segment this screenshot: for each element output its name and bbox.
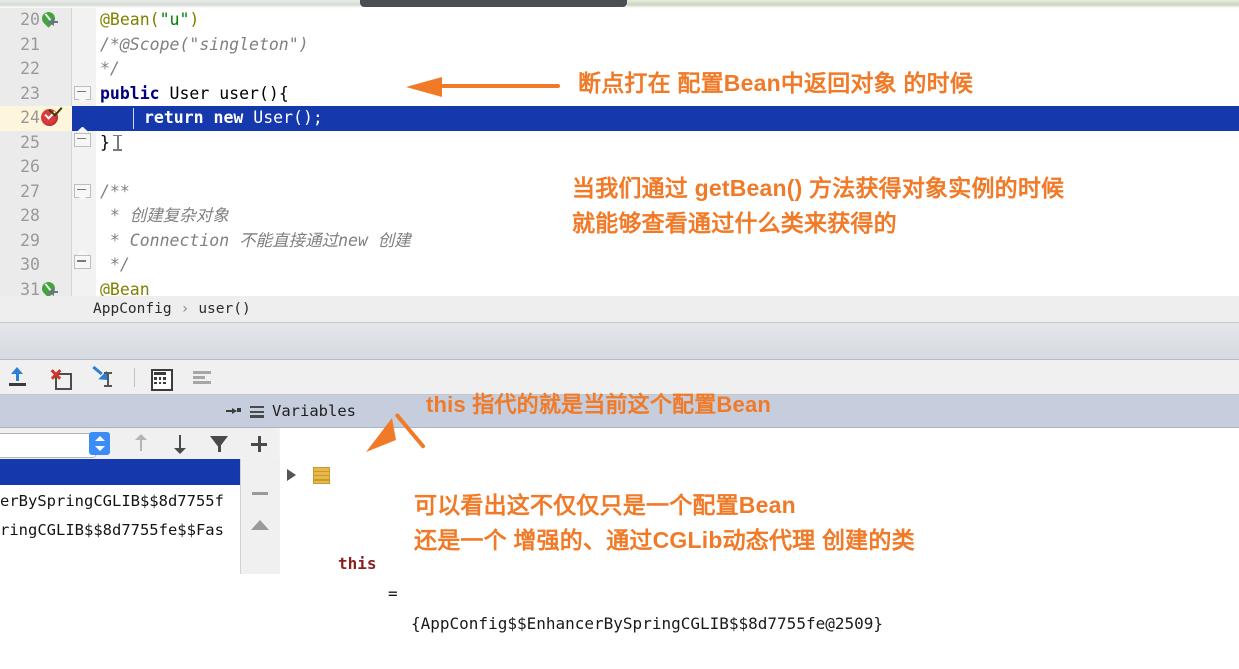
evaluate-expression-icon[interactable]: [148, 366, 173, 391]
variables-title: Variables: [272, 402, 356, 420]
frames-filter-icon[interactable]: [208, 433, 230, 455]
code-text: }: [100, 132, 110, 152]
code-text: /**: [100, 181, 130, 201]
line-number: 29: [20, 230, 40, 250]
frame-row[interactable]: ringCGLIB$$8d7755fe$$Fas: [0, 517, 240, 543]
code-line[interactable]: 20 @Bean("u"): [0, 8, 1239, 33]
variable-row-this[interactable]: this = {AppConfig$$EnhancerBySpringCGLIB…: [280, 459, 1239, 633]
line-number: 24: [20, 108, 40, 127]
window-scroll-pill[interactable]: [360, 0, 627, 7]
annotation-breakpoint-note: 断点打在 配置Bean中返回对象 的时候: [578, 70, 974, 96]
code-fold-toggle[interactable]: [74, 126, 91, 151]
add-watch-button[interactable]: [248, 433, 270, 455]
code-text: * Connection 不能直接通过new 创建: [100, 230, 411, 250]
code-editor[interactable]: 20 @Bean("u") 21/*@Scope("singleton") 22 */2…: [0, 8, 1239, 299]
text-cursor-icon: [113, 134, 122, 151]
annotation-conclusion-line2: 还是一个 增强的、通过CGLib动态代理 创建的类: [414, 527, 915, 553]
code-text: */: [100, 59, 120, 78]
frames-thread-stepper[interactable]: [89, 432, 110, 455]
variables-list-icon: [250, 406, 264, 418]
code-fold-toggle[interactable]: [74, 249, 91, 273]
annotation-arrow-this-arrowhead: [366, 418, 396, 452]
code-line[interactable]: 21 /*@Scope("singleton"): [0, 33, 1239, 58]
variable-name: this: [338, 554, 377, 573]
breadcrumb[interactable]: AppConfig › user(): [0, 296, 1239, 323]
line-number: 26: [20, 157, 40, 176]
code-text: return new User();: [144, 108, 323, 127]
code-text: @Bean("u"): [100, 10, 200, 29]
frame-row[interactable]: erBySpringCGLIB$$8d7755f: [0, 488, 240, 514]
variable-equals: =: [388, 584, 398, 603]
restore-layout-icon[interactable]: [226, 406, 242, 416]
code-text: */: [100, 255, 130, 274]
line-number: 27: [20, 181, 40, 201]
annotation-conclusion-line1: 可以看出这不仅仅只是一个配置Bean: [414, 492, 796, 518]
code-fold-toggle[interactable]: [74, 85, 91, 104]
spring-bean-gutter-icon[interactable]: [39, 9, 58, 28]
variable-value: {AppConfig$$EnhancerBySpringCGLIB$$8d775…: [411, 614, 884, 633]
line-number: 20: [20, 10, 40, 29]
drop-frame-icon[interactable]: [48, 366, 72, 390]
annotation-getbean-note-line1: 当我们通过 getBean() 方法获得对象实例的时候: [572, 175, 1065, 201]
object-value-icon: [313, 467, 330, 485]
top-strip-right: [627, 0, 1239, 8]
line-number: 23: [20, 83, 40, 103]
code-text: public User user(){: [100, 83, 289, 103]
move-watch-up-button[interactable]: [251, 520, 269, 530]
annotation-getbean-note-line2: 就能够查看通过什么类来获得的: [572, 210, 897, 236]
remove-watch-button[interactable]: [249, 482, 271, 504]
code-line[interactable]: 25}: [0, 126, 1239, 156]
code-line[interactable]: 24 return new User();: [0, 102, 1239, 131]
line-number: 28: [20, 206, 40, 225]
breadcrumb-method[interactable]: user(): [198, 296, 250, 322]
code-text: /*@Scope("singleton"): [100, 34, 309, 54]
code-fold-toggle[interactable]: [74, 183, 91, 202]
frames-list[interactable]: erBySpringCGLIB$$8d7755f ringCGLIB$$8d775…: [0, 459, 240, 574]
line-number: 25: [20, 132, 40, 152]
code-text: * 创建复杂对象: [100, 206, 229, 225]
top-strip-left: [0, 0, 360, 8]
annotation-this-note: this 指代的就是当前这个配置Bean: [426, 392, 772, 417]
annotation-arrow-breakpoint-head: [406, 77, 442, 97]
frames-down-button[interactable]: [169, 433, 191, 455]
step-out-icon[interactable]: [6, 366, 30, 390]
watch-buttons-column: [240, 459, 281, 574]
breadcrumb-class[interactable]: AppConfig: [93, 296, 172, 322]
debugger-tab-strip[interactable]: [0, 323, 1239, 360]
sort-values-icon[interactable]: [190, 366, 214, 390]
expand-arrow-icon[interactable]: [287, 469, 296, 481]
line-number: 22: [20, 59, 40, 78]
breadcrumb-separator-icon: ›: [180, 301, 190, 317]
line-number: 30: [20, 255, 40, 274]
run-to-cursor-icon[interactable]: [90, 365, 114, 390]
frame-row[interactable]: [0, 459, 240, 485]
line-number: 21: [20, 34, 40, 54]
frames-up-button[interactable]: [130, 433, 152, 455]
window-top-strip: [0, 0, 1239, 8]
annotation-arrow-breakpoint-line: [440, 84, 560, 88]
toolbar-divider: [134, 368, 135, 387]
indent-guide: [133, 108, 134, 129]
frames-search-input[interactable]: [0, 433, 96, 458]
code-line[interactable]: 30 */: [0, 249, 1239, 278]
